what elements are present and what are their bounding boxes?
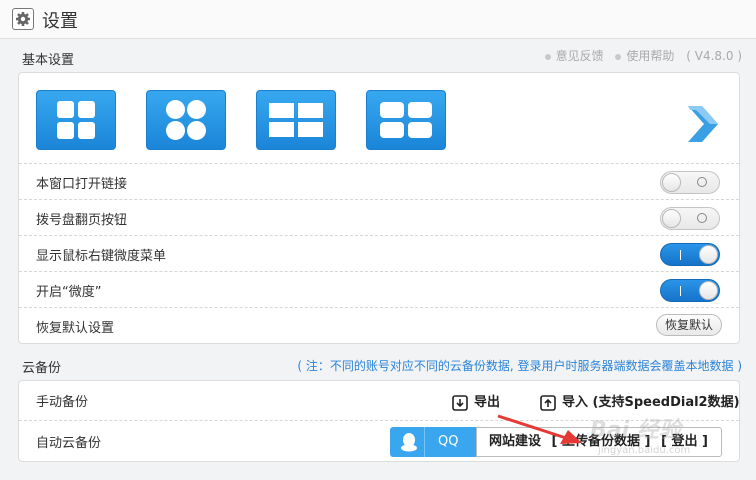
watermark: Bai 经验 bbox=[590, 418, 681, 443]
open-in-window-toggle[interactable] bbox=[660, 171, 720, 194]
watermark-url: jingyan.baidu.com bbox=[598, 445, 691, 456]
page-buttons-toggle[interactable] bbox=[660, 207, 720, 230]
basic-settings-heading: 基本设置 bbox=[22, 53, 75, 68]
setting-label: 本窗口打开链接 bbox=[36, 177, 128, 192]
export-button[interactable]: 导出 bbox=[452, 391, 500, 411]
cloud-backup-heading: 云备份 bbox=[22, 361, 62, 376]
grid-2x2-squares-icon bbox=[57, 101, 95, 139]
export-icon bbox=[452, 394, 468, 411]
grid-2x2-rounded-icon bbox=[380, 102, 432, 138]
setting-row-page-buttons: 拨号盘翻页按钮 bbox=[19, 199, 739, 235]
restore-defaults-button[interactable]: 恢复默认 bbox=[655, 314, 722, 336]
qq-penguin-icon bbox=[401, 433, 417, 452]
header-links: 意见反馈 使用帮助 ( V4.8.0 ) bbox=[537, 47, 742, 64]
version-text: ( V4.8.0 ) bbox=[686, 49, 742, 63]
red-arrow-annotation bbox=[497, 414, 582, 444]
import-label: 导入 (支持SpeedDial2数据) bbox=[562, 395, 740, 410]
export-label: 导出 bbox=[474, 395, 501, 410]
setting-label: 显示鼠标右键微度菜单 bbox=[36, 249, 167, 264]
setting-label: 恢复默认设置 bbox=[36, 321, 115, 336]
setting-row-restore-defaults: 恢复默认设置 恢复默认 bbox=[19, 307, 739, 343]
window-title: 设置 bbox=[42, 11, 78, 32]
context-menu-toggle[interactable] bbox=[660, 243, 720, 266]
setting-row-open-in-window: 本窗口打开链接 bbox=[19, 163, 739, 199]
grid-2x2-circles-icon bbox=[166, 100, 206, 140]
setting-row-context-menu: 显示鼠标右键微度菜单 bbox=[19, 235, 739, 271]
layout-grid-circles-button[interactable] bbox=[146, 90, 226, 150]
feedback-link[interactable]: 意见反馈 bbox=[544, 49, 604, 63]
chevron-right-icon[interactable] bbox=[686, 104, 720, 144]
enable-weidu-toggle[interactable] bbox=[660, 279, 720, 302]
cloud-backup-note: ( 注：不同的账号对应不同的云备份数据, 登录用户时服务器端数据会覆盖本地数据 … bbox=[297, 359, 742, 373]
title-bar: 设置 bbox=[0, 0, 756, 39]
help-link[interactable]: 使用帮助 bbox=[615, 49, 674, 63]
setting-label: 拨号盘翻页按钮 bbox=[36, 213, 128, 228]
manual-backup-label: 手动备份 bbox=[36, 395, 89, 410]
qq-label: QQ bbox=[438, 434, 459, 449]
layout-wide-grid-button[interactable] bbox=[256, 90, 336, 150]
setting-label: 开启“微度” bbox=[36, 285, 102, 300]
gear-icon bbox=[12, 8, 34, 30]
qq-login-button[interactable]: QQ bbox=[390, 427, 476, 457]
layout-grid-squares-button[interactable] bbox=[36, 90, 116, 150]
auto-backup-label: 自动云备份 bbox=[36, 436, 102, 451]
setting-row-enable-weidu: 开启“微度” bbox=[19, 271, 739, 307]
import-button[interactable]: 导入 (支持SpeedDial2数据) bbox=[540, 391, 740, 411]
layout-grid-rounded-button[interactable] bbox=[366, 90, 446, 150]
wide-grid-icon bbox=[269, 103, 323, 137]
import-icon bbox=[540, 394, 556, 411]
